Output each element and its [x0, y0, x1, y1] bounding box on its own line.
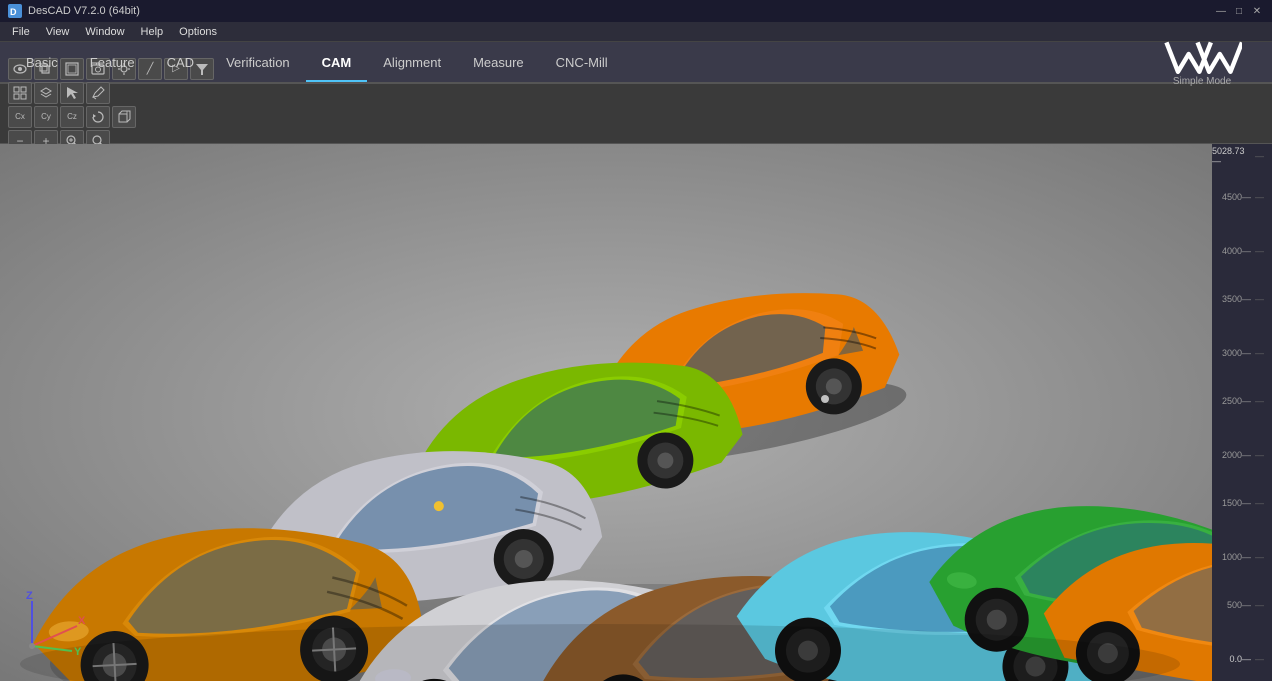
title-bar-controls: — □ ✕ — [1214, 4, 1264, 18]
nav-bar: Basic Feature CAD Verification CAM Align… — [0, 42, 1272, 84]
coordinate-axes: X Y Z — [12, 591, 92, 669]
menu-help[interactable]: Help — [133, 22, 172, 41]
ruler: 5028.73— 4500— 4000— 3500— 3000— 2500— 2… — [1212, 144, 1272, 681]
tab-basic[interactable]: Basic — [10, 42, 74, 82]
tab-alignment[interactable]: Alignment — [367, 42, 457, 82]
menu-bar: File View Window Help Options — [0, 22, 1272, 42]
toolbar-row-2 — [8, 82, 214, 104]
tab-cam[interactable]: CAM — [306, 42, 368, 82]
title-bar-text: DesCAD V7.2.0 (64bit) — [28, 5, 140, 17]
ruler-mark-3000: 3000— — [1222, 348, 1264, 358]
tab-feature[interactable]: Feature — [74, 42, 151, 82]
ruler-mark-1000: 1000— — [1222, 552, 1264, 562]
layers-button[interactable] — [34, 82, 58, 104]
svg-text:D: D — [10, 7, 17, 17]
ruler-mark-4000: 4000— — [1222, 246, 1264, 256]
svg-text:Y: Y — [74, 646, 82, 658]
ruler-mark-2500: 2500— — [1222, 396, 1264, 406]
rotate-y-button[interactable]: Cy — [34, 106, 58, 128]
svg-text:Z: Z — [26, 591, 33, 602]
title-bar-left: D DesCAD V7.2.0 (64bit) — [8, 4, 140, 18]
grid-button[interactable] — [8, 82, 32, 104]
menu-window[interactable]: Window — [77, 22, 132, 41]
cars-scene — [0, 144, 1212, 681]
select-button[interactable] — [60, 82, 84, 104]
ruler-mark-500: 500— — [1227, 600, 1264, 610]
rotate-z-button[interactable]: Cz — [60, 106, 84, 128]
svg-text:X: X — [78, 615, 86, 627]
minimize-button[interactable]: — — [1214, 4, 1228, 18]
pencil-button[interactable] — [86, 82, 110, 104]
tab-cad[interactable]: CAD — [151, 42, 210, 82]
rotate-button[interactable] — [86, 106, 110, 128]
toolbar: ╱ ▷ — [0, 84, 1272, 144]
cube-button[interactable] — [112, 106, 136, 128]
viewport[interactable]: X Y Z — [0, 144, 1212, 681]
tab-verification[interactable]: Verification — [210, 42, 306, 82]
app-icon: D — [8, 4, 22, 18]
toolbar-row-3: Cx Cy Cz — [8, 106, 214, 128]
tab-cnc-mill[interactable]: CNC-Mill — [540, 42, 624, 82]
main-area: X Y Z 5028.73— 4500— 4000— 3500— 3000— 2… — [0, 144, 1272, 681]
menu-options[interactable]: Options — [171, 22, 225, 41]
ruler-mark-4500: 4500— — [1222, 192, 1264, 202]
ruler-mark-0: 0.0— — [1229, 654, 1264, 664]
tab-measure[interactable]: Measure — [457, 42, 540, 82]
logo-image — [1162, 38, 1242, 78]
ruler-mark-2000: 2000— — [1222, 450, 1264, 460]
ruler-mark-3500: 3500— — [1222, 294, 1264, 304]
menu-view[interactable]: View — [38, 22, 78, 41]
ruler-mark-1500: 1500— — [1222, 498, 1264, 508]
menu-file[interactable]: File — [4, 22, 38, 41]
rotate-x-button[interactable]: Cx — [8, 106, 32, 128]
ruler-mark-5028: 5028.73— — [1212, 146, 1264, 166]
simple-mode-label: Simple Mode — [1173, 76, 1231, 87]
maximize-button[interactable]: □ — [1232, 4, 1246, 18]
close-button[interactable]: ✕ — [1250, 4, 1264, 18]
title-bar: D DesCAD V7.2.0 (64bit) — □ ✕ — [0, 0, 1272, 22]
logo-area: Simple Mode — [1162, 38, 1262, 87]
